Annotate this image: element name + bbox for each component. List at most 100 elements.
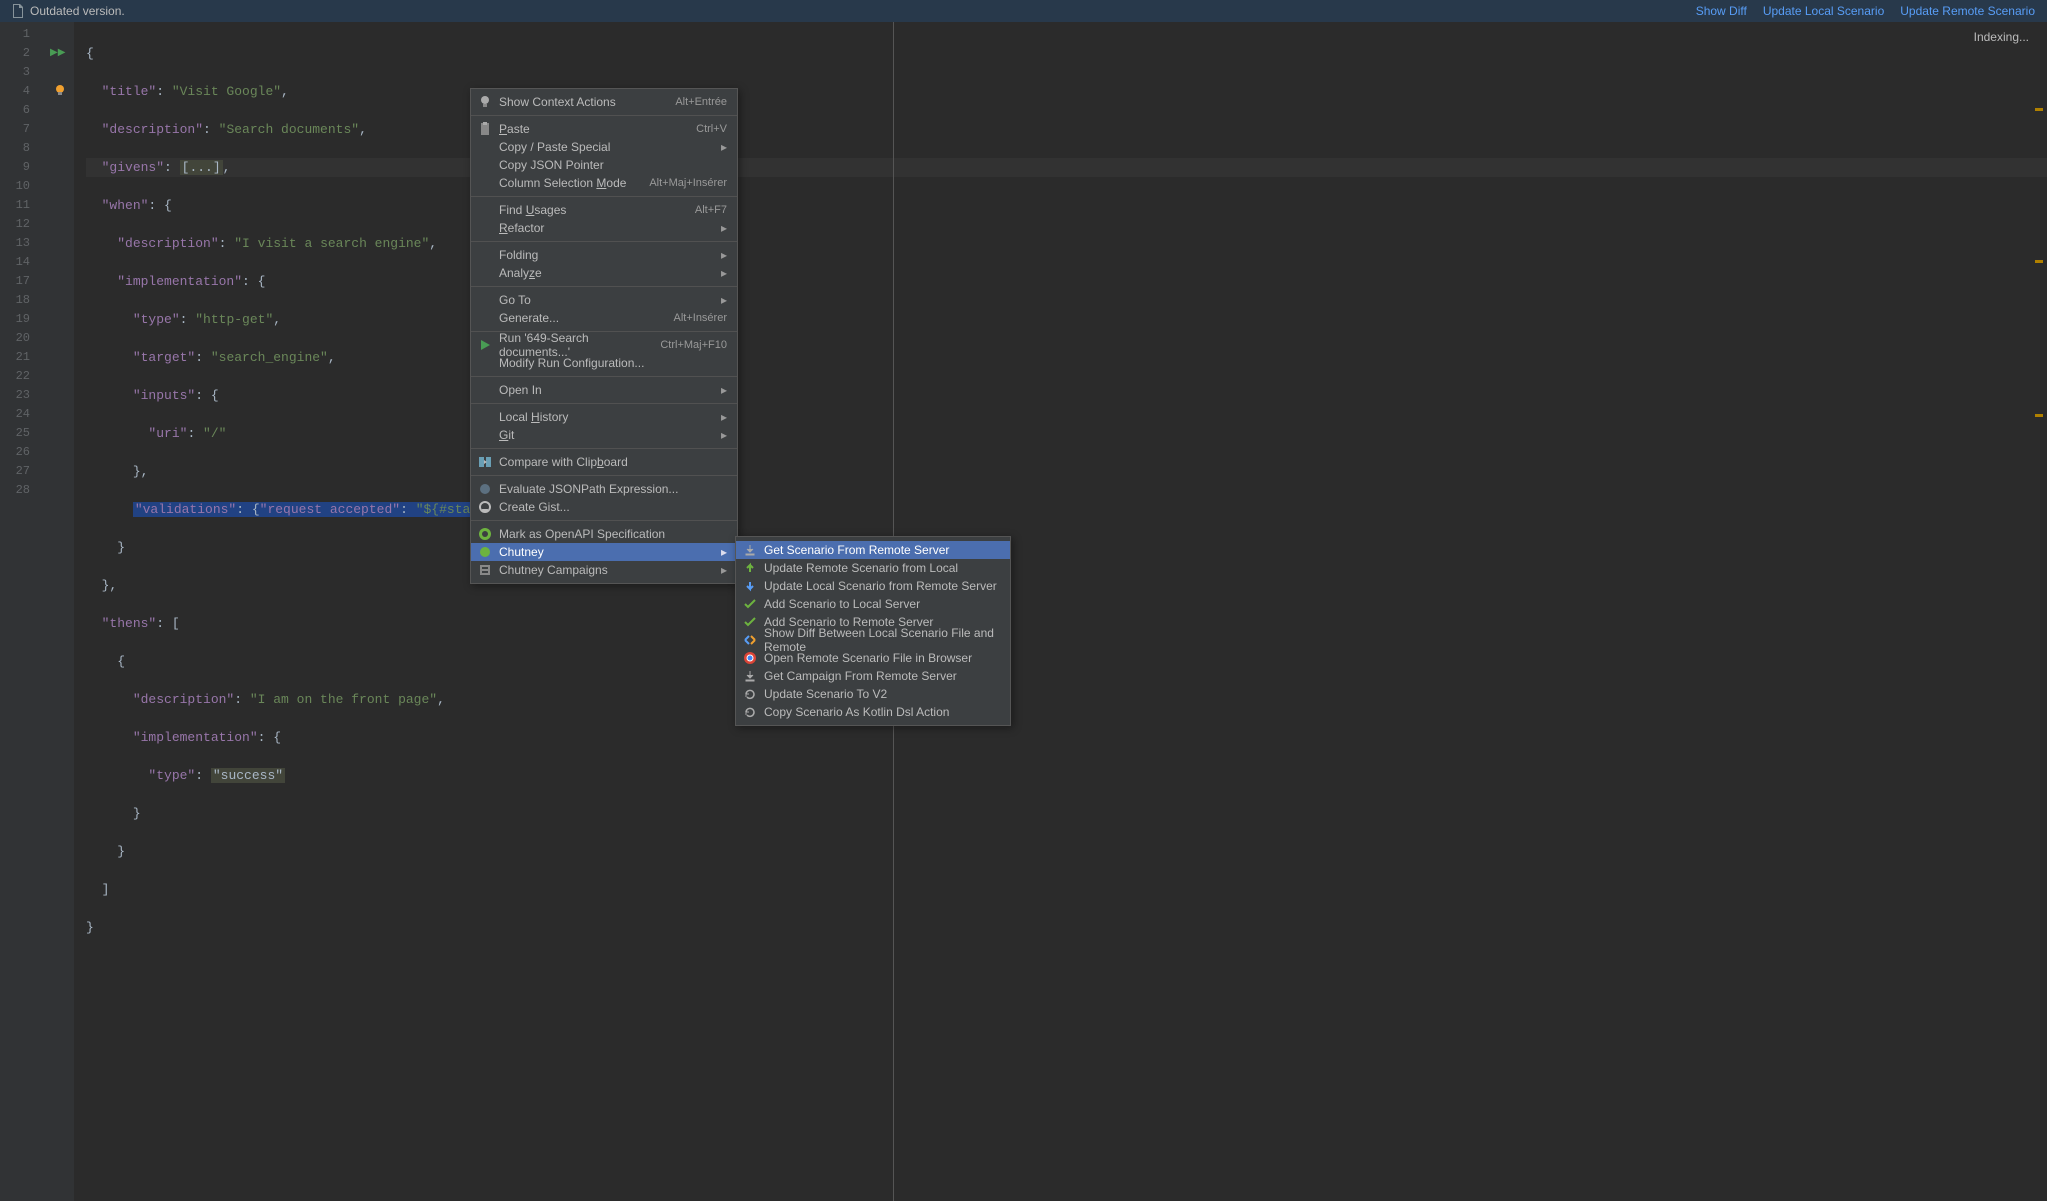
submenu-arrow-icon: ▸ <box>721 293 727 307</box>
download-icon <box>742 542 758 558</box>
menu-item[interactable]: Mark as OpenAPI Specification <box>471 525 737 543</box>
menu-item[interactable]: Show Context ActionsAlt+Entrée <box>471 93 737 111</box>
menu-item[interactable]: Open In ▸ <box>471 381 737 399</box>
menu-item[interactable]: Modify Run Configuration... <box>471 354 737 372</box>
banner-message: Outdated version. <box>30 4 125 18</box>
menu-item-label: Folding <box>499 248 538 262</box>
menu-item[interactable]: Refactor▸ <box>471 219 737 237</box>
submenu-item[interactable]: Show Diff Between Local Scenario File an… <box>736 631 1010 649</box>
menu-item-label: Create Gist... <box>499 500 570 514</box>
menu-separator <box>471 286 737 287</box>
menu-shortcut: Alt+F7 <box>695 204 727 216</box>
menu-item-label: Refactor <box>499 221 544 235</box>
submenu-item[interactable]: Open Remote Scenario File in Browser <box>736 649 1010 667</box>
submenu-item[interactable]: Copy Scenario As Kotlin Dsl Action <box>736 703 1010 721</box>
menu-item-label: Evaluate JSONPath Expression... <box>499 482 678 496</box>
submenu-item-label: Get Scenario From Remote Server <box>764 543 949 557</box>
submenu-arrow-icon: ▸ <box>721 248 727 262</box>
menu-item-label: Column Selection Mode <box>499 176 626 190</box>
menu-item[interactable]: Run '649-Search documents...'Ctrl+Maj+F1… <box>471 336 737 354</box>
submenu-item[interactable]: Add Scenario to Local Server <box>736 595 1010 613</box>
menu-item[interactable]: Find UsagesAlt+F7 <box>471 201 737 219</box>
editor: 1234678910111213141718192021222324252627… <box>0 22 2047 1201</box>
download-blue-icon <box>742 578 758 594</box>
code-token: { <box>86 46 94 61</box>
menu-item-label: Show Context Actions <box>499 95 616 109</box>
menu-item[interactable]: Generate...Alt+Insérer <box>471 309 737 327</box>
submenu-item[interactable]: Update Local Scenario from Remote Server <box>736 577 1010 595</box>
jsonpath-icon <box>477 481 493 497</box>
menu-item[interactable]: Compare with Clipboard <box>471 453 737 471</box>
menu-item[interactable]: Chutney▸ <box>471 543 737 561</box>
menu-shortcut: Ctrl+Maj+F10 <box>660 339 727 351</box>
run-gutter-icon[interactable]: ▶▶ <box>50 47 65 58</box>
menu-item-label: Go To <box>499 293 531 307</box>
menu-item[interactable]: Go To ▸ <box>471 291 737 309</box>
menu-item-label: Copy / Paste Special <box>499 140 610 154</box>
submenu-item-label: Update Remote Scenario from Local <box>764 561 958 575</box>
folded-region[interactable]: [...] <box>180 160 223 175</box>
menu-item[interactable]: Folding ▸ <box>471 246 737 264</box>
submenu-item-label: Copy Scenario As Kotlin Dsl Action <box>764 705 949 719</box>
submenu-item[interactable]: Get Campaign From Remote Server <box>736 667 1010 685</box>
submenu-arrow-icon: ▸ <box>721 410 727 424</box>
banner-link-update-local[interactable]: Update Local Scenario <box>1763 4 1884 18</box>
intention-bulb-icon[interactable] <box>54 84 66 96</box>
campaigns-icon <box>477 562 493 578</box>
check-icon <box>742 614 758 630</box>
submenu-item-label: Add Scenario to Local Server <box>764 597 920 611</box>
upload-green-icon <box>742 560 758 576</box>
submenu-arrow-icon: ▸ <box>721 545 727 559</box>
menu-shortcut: Ctrl+V <box>696 123 727 135</box>
menu-separator <box>471 475 737 476</box>
menu-item-label: Generate... <box>499 311 559 325</box>
menu-item-label: Open In <box>499 383 542 397</box>
menu-item-label: Mark as OpenAPI Specification <box>499 527 665 541</box>
menu-item[interactable]: Git▸ <box>471 426 737 444</box>
menu-item[interactable]: Local History▸ <box>471 408 737 426</box>
submenu-item[interactable]: Get Scenario From Remote Server <box>736 541 1010 559</box>
menu-item-label: Copy JSON Pointer <box>499 158 604 172</box>
submenu-arrow-icon: ▸ <box>721 383 727 397</box>
inspection-markbar[interactable] <box>2033 22 2045 1201</box>
code-area[interactable]: { "title": "Visit Google", "description"… <box>86 22 2047 1201</box>
menu-item-label: Paste <box>499 122 530 136</box>
submenu-item-label: Open Remote Scenario File in Browser <box>764 651 972 665</box>
menu-shortcut: Alt+Maj+Insérer <box>649 177 727 189</box>
github-icon <box>477 499 493 515</box>
compare-icon <box>477 454 493 470</box>
fold-column <box>74 22 86 1201</box>
paste-icon <box>477 121 493 137</box>
context-menu[interactable]: Show Context ActionsAlt+Entrée Paste Ctrl+… <box>470 88 738 584</box>
menu-separator <box>471 196 737 197</box>
menu-item[interactable]: Copy / Paste Special▸ <box>471 138 737 156</box>
menu-item-label: Chutney Campaigns <box>499 563 608 577</box>
banner-link-update-remote[interactable]: Update Remote Scenario <box>1900 4 2035 18</box>
submenu-item-label: Update Scenario To V2 <box>764 687 887 701</box>
chrome-icon <box>742 650 758 666</box>
menu-item[interactable]: Copy JSON Pointer <box>471 156 737 174</box>
menu-item-label: Modify Run Configuration... <box>499 356 644 370</box>
warning-marker[interactable] <box>2035 108 2043 111</box>
menu-item[interactable]: Analyze▸ <box>471 264 737 282</box>
gutter-line-numbers: 1234678910111213141718192021222324252627… <box>0 22 46 1201</box>
folded-region[interactable]: "success" <box>211 768 285 783</box>
menu-item[interactable]: Paste Ctrl+V <box>471 120 737 138</box>
submenu-item[interactable]: Update Scenario To V2 <box>736 685 1010 703</box>
menu-item[interactable]: Create Gist... <box>471 498 737 516</box>
warning-marker[interactable] <box>2035 414 2043 417</box>
menu-item[interactable]: Evaluate JSONPath Expression... <box>471 480 737 498</box>
refresh-icon <box>742 704 758 720</box>
menu-separator <box>471 376 737 377</box>
menu-item[interactable]: Chutney Campaigns▸ <box>471 561 737 579</box>
menu-item[interactable]: Column Selection Mode Alt+Maj+Insérer <box>471 174 737 192</box>
check-icon <box>742 596 758 612</box>
context-submenu-chutney[interactable]: Get Scenario From Remote Server Update Re… <box>735 536 1011 726</box>
warning-marker[interactable] <box>2035 260 2043 263</box>
indexing-status: Indexing... <box>1974 30 2029 44</box>
menu-separator <box>471 115 737 116</box>
submenu-arrow-icon: ▸ <box>721 428 727 442</box>
banner-link-show-diff[interactable]: Show Diff <box>1696 4 1747 18</box>
submenu-item[interactable]: Update Remote Scenario from Local <box>736 559 1010 577</box>
menu-separator <box>471 448 737 449</box>
